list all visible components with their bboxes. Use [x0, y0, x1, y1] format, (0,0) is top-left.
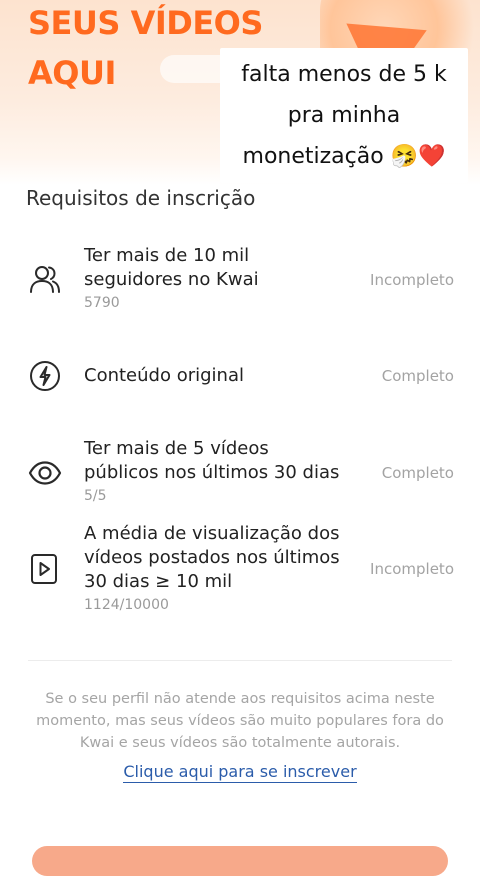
status-label: Incompleto: [370, 560, 454, 578]
footer-note: Se o seu perfil não atende aos requisito…: [26, 688, 454, 754]
requirement-text: Ter mais de 5 vídeos públicos nos último…: [84, 437, 354, 506]
requirement-label-line: A média de visualização dos: [84, 523, 340, 544]
caption-line: monetização 🤧❤️: [242, 144, 446, 169]
eye-icon: [28, 456, 62, 490]
requirement-text: Ter mais de 10 mil seguidores no Kwai 57…: [84, 244, 354, 313]
requirement-label-line: Ter mais de 5 vídeos: [84, 438, 269, 459]
requirement-label-line: Conteúdo original: [84, 365, 244, 386]
requirement-item-original-content: Conteúdo original Completo: [0, 358, 480, 398]
hero-title-line: SEUS VÍDEOS: [28, 4, 263, 42]
bottom-action-button[interactable]: [32, 846, 448, 876]
status-label: Completo: [381, 367, 454, 385]
requirements-title: Requisitos de inscrição: [26, 186, 256, 210]
requirement-label: A média de visualização dos vídeos posta…: [84, 522, 354, 594]
signup-link[interactable]: Clique aqui para se inscrever: [123, 762, 357, 783]
caption-line: falta menos de 5 k: [241, 62, 447, 87]
requirement-text: Conteúdo original: [84, 364, 354, 388]
requirement-progress: 5/5: [84, 488, 107, 504]
requirement-label-line: públicos nos últimos 30 dias: [84, 462, 340, 483]
requirement-item-public-videos: Ter mais de 5 vídeos públicos nos último…: [0, 437, 480, 509]
caption-line: pra minha: [287, 103, 401, 128]
requirement-item-average-views: A média de visualização dos vídeos posta…: [0, 522, 480, 618]
divider: [28, 660, 452, 661]
requirement-progress: 1124/10000: [84, 597, 169, 613]
footer-note-line: momento, mas seus vídeos são muito popul…: [36, 713, 444, 729]
requirement-label-line: Ter mais de 10 mil: [84, 245, 250, 266]
requirement-label: Ter mais de 10 mil seguidores no Kwai: [84, 244, 354, 292]
requirement-label: Ter mais de 5 vídeos públicos nos último…: [84, 437, 354, 485]
requirement-item-followers: Ter mais de 10 mil seguidores no Kwai 57…: [0, 244, 480, 324]
status-label: Completo: [381, 464, 454, 482]
lightbulb-icon: [28, 359, 62, 393]
status-label: Incompleto: [370, 271, 454, 289]
requirement-progress: 5790: [84, 295, 120, 311]
overlay-caption: falta menos de 5 k pra minha monetização…: [220, 48, 468, 183]
requirement-text: A média de visualização dos vídeos posta…: [84, 522, 354, 615]
footer-note-line: Se o seu perfil não atende aos requisito…: [45, 691, 435, 707]
requirement-label-line: 30 dias ≥ 10 mil: [84, 571, 233, 592]
requirement-label: Conteúdo original: [84, 364, 354, 388]
requirement-label-line: vídeos postados nos últimos: [84, 547, 340, 568]
requirement-label-line: seguidores no Kwai: [84, 269, 259, 290]
users-icon: [28, 262, 62, 296]
footer-note-line: Kwai e seus vídeos são totalmente autora…: [79, 735, 401, 751]
play-box-icon: [28, 552, 62, 586]
signup-link-container: Clique aqui para se inscrever: [0, 760, 480, 784]
